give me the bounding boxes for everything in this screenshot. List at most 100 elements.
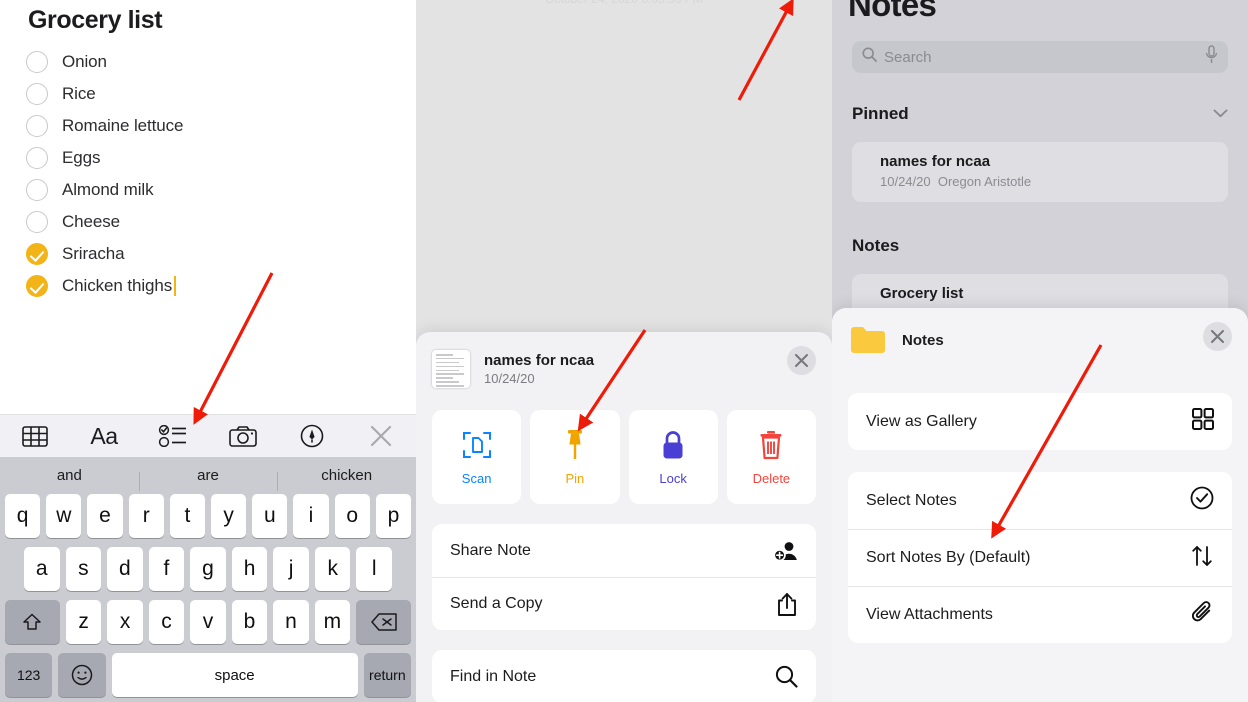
space-key[interactable]: space — [111, 653, 358, 697]
note-detail-panel: October 24, 2020 6:05:56 PM names for nc… — [416, 0, 832, 702]
key-y[interactable]: y — [211, 494, 247, 538]
checklist-icon[interactable] — [150, 419, 196, 453]
share-note-row[interactable]: Share Note — [432, 524, 816, 577]
folder-name-label: Notes — [902, 331, 944, 349]
numbers-key[interactable]: 123 — [5, 653, 53, 697]
sort-notes-row[interactable]: Sort Notes By (Default) — [848, 529, 1232, 586]
note-list-item-pinned[interactable]: names for ncaa 10/24/20 Oregon Aristotle — [852, 142, 1228, 202]
key-u[interactable]: u — [252, 494, 288, 538]
key-a[interactable]: a — [23, 547, 60, 591]
section-header-notes: Notes — [832, 236, 1248, 256]
sheet-menu-group-1: Share Note Send a Copy — [432, 524, 816, 630]
checkbox-unchecked[interactable] — [26, 147, 48, 169]
list-item-label: Rice — [62, 84, 96, 103]
grid-icon — [1192, 408, 1214, 435]
section-header-pinned[interactable]: Pinned — [832, 104, 1248, 124]
key-p[interactable]: p — [375, 494, 412, 538]
list-item[interactable]: Eggs — [26, 142, 406, 174]
key-d[interactable]: d — [107, 547, 143, 591]
view-as-gallery-row[interactable]: View as Gallery — [848, 393, 1232, 450]
key-l[interactable]: l — [356, 547, 393, 591]
sheet-close-button[interactable] — [1203, 322, 1232, 351]
list-item[interactable]: Romaine lettuce — [26, 110, 406, 142]
trash-icon — [758, 428, 784, 462]
suggestion-item[interactable]: are — [138, 467, 278, 491]
checkbox-unchecked[interactable] — [26, 179, 48, 201]
close-icon[interactable] — [358, 419, 404, 453]
key-z[interactable]: z — [65, 600, 102, 644]
select-notes-row[interactable]: Select Notes — [848, 472, 1232, 529]
key-h[interactable]: h — [231, 547, 268, 591]
shift-key[interactable] — [4, 600, 60, 644]
note-action-sheet: names for ncaa 10/24/20 Scan Pin Lock De… — [416, 332, 832, 702]
key-o[interactable]: o — [334, 494, 370, 538]
table-icon[interactable] — [12, 419, 58, 453]
suggestion-item[interactable]: chicken — [277, 467, 416, 491]
pin-action[interactable]: Pin — [530, 410, 620, 504]
key-v[interactable]: v — [190, 600, 226, 644]
key-c[interactable]: c — [148, 600, 185, 644]
list-item-label: Eggs — [62, 148, 101, 167]
key-e[interactable]: e — [87, 494, 123, 538]
sort-arrows-icon — [1190, 544, 1214, 573]
search-placeholder: Search — [884, 48, 932, 66]
keyboard-row-2: a s d f g h j k l — [0, 547, 416, 591]
note-thumbnail — [432, 350, 470, 388]
list-item[interactable]: Sriracha — [26, 238, 406, 270]
lock-action[interactable]: Lock — [628, 410, 718, 504]
share-up-icon — [776, 592, 798, 617]
search-input[interactable]: Search — [852, 41, 1228, 73]
note-editor-close[interactable] — [787, 346, 816, 375]
sheet-header: names for ncaa 10/24/20 — [416, 332, 832, 388]
key-k[interactable]: k — [314, 547, 351, 591]
key-w[interactable]: w — [46, 494, 82, 538]
delete-action[interactable]: Delete — [726, 410, 816, 504]
key-t[interactable]: t — [169, 494, 205, 538]
list-item[interactable]: Onion — [26, 46, 406, 78]
checkbox-unchecked[interactable] — [26, 115, 48, 137]
send-copy-row[interactable]: Send a Copy — [432, 577, 816, 630]
key-q[interactable]: q — [4, 494, 41, 538]
checkbox-checked[interactable] — [26, 275, 48, 297]
return-key[interactable]: return — [363, 653, 411, 697]
list-item-label: Almond milk — [62, 180, 154, 199]
checkbox-checked[interactable] — [26, 243, 48, 265]
key-m[interactable]: m — [314, 600, 351, 644]
key-i[interactable]: i — [293, 494, 329, 538]
key-b[interactable]: b — [231, 600, 268, 644]
key-g[interactable]: g — [190, 547, 226, 591]
section-label-notes: Notes — [852, 236, 900, 255]
list-item[interactable]: Chicken thighs — [26, 270, 406, 302]
suggestion-item[interactable]: and — [0, 467, 139, 484]
list-item[interactable]: Cheese — [26, 206, 406, 238]
key-x[interactable]: x — [107, 600, 143, 644]
microphone-icon[interactable] — [1205, 45, 1218, 69]
list-item[interactable]: Almond milk — [26, 174, 406, 206]
chevron-down-icon[interactable] — [1213, 105, 1228, 123]
note-item-title: Grocery list — [880, 285, 964, 302]
checkbox-unchecked[interactable] — [26, 51, 48, 73]
key-s[interactable]: s — [65, 547, 102, 591]
on-screen-keyboard: and are chicken q w e r t y u i o p a s … — [0, 457, 416, 702]
text-format-label: Aa — [90, 422, 118, 449]
text-format-icon[interactable]: Aa — [81, 419, 127, 453]
key-f[interactable]: f — [148, 547, 185, 591]
key-n[interactable]: n — [273, 600, 309, 644]
list-item[interactable]: Rice — [26, 78, 406, 110]
camera-icon[interactable] — [220, 419, 266, 453]
backspace-key[interactable] — [356, 600, 412, 644]
emoji-icon[interactable] — [58, 653, 106, 697]
pin-icon — [562, 428, 588, 462]
markup-pen-icon[interactable] — [289, 419, 335, 453]
list-item-label: Onion — [62, 52, 107, 71]
check-circle-icon — [1190, 486, 1214, 515]
scan-action[interactable]: Scan — [432, 410, 522, 504]
view-attachments-row[interactable]: View Attachments — [848, 586, 1232, 643]
checkbox-unchecked[interactable] — [26, 83, 48, 105]
checkbox-unchecked[interactable] — [26, 211, 48, 233]
add-person-icon — [774, 540, 798, 561]
note-item-preview: Oregon Aristotle — [937, 174, 1032, 189]
key-j[interactable]: j — [273, 547, 309, 591]
find-in-note-row[interactable]: Find in Note — [432, 650, 816, 702]
key-r[interactable]: r — [128, 494, 164, 538]
